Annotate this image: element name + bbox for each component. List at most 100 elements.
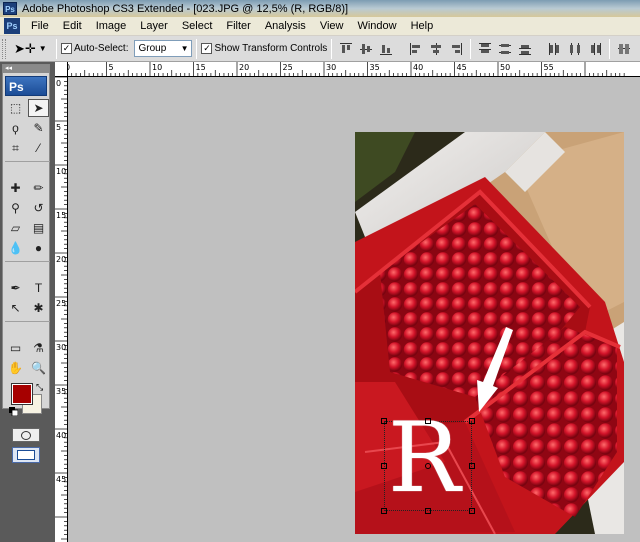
- show-transform-label: Show Transform Controls: [214, 43, 328, 54]
- distribute-left-edges-icon[interactable]: [547, 41, 563, 57]
- transform-handle-middle-left[interactable]: [381, 463, 387, 469]
- path-selection-tool-icon[interactable]: ↖: [5, 299, 26, 317]
- history-brush-tool-icon[interactable]: ↺: [28, 199, 49, 217]
- menu-filter[interactable]: Filter: [219, 17, 257, 36]
- dodge-tool-icon[interactable]: ●: [28, 239, 49, 257]
- menu-analysis[interactable]: Analysis: [258, 17, 313, 36]
- blur-tool-icon[interactable]: 💧: [5, 239, 26, 257]
- menu-select[interactable]: Select: [175, 17, 220, 36]
- align-right-edges-icon[interactable]: [448, 41, 464, 57]
- align-vertical-centers-icon[interactable]: [358, 41, 374, 57]
- auto-select-mode-dropdown[interactable]: Group ▼: [134, 40, 193, 57]
- auto-select-mode-value: Group: [138, 43, 167, 54]
- ruler-label: 30: [56, 343, 66, 352]
- distribute-right-edges-icon[interactable]: [587, 41, 603, 57]
- pen-tool-icon[interactable]: ✒: [5, 279, 26, 297]
- chevron-down-icon: ▼: [180, 44, 189, 53]
- transform-handle-bottom-left[interactable]: [381, 508, 387, 514]
- tools-panel-grip[interactable]: ◂◂: [3, 65, 49, 73]
- transform-handle-top-left[interactable]: [381, 418, 387, 424]
- quick-mask-button[interactable]: [12, 428, 40, 442]
- align-horizontal-centers-icon[interactable]: [428, 41, 444, 57]
- ruler-label: 5: [56, 123, 61, 132]
- quick-selection-tool-icon[interactable]: ✎: [28, 119, 49, 137]
- distribute-horizontal-centers-icon[interactable]: [567, 41, 583, 57]
- gradient-tool-icon[interactable]: ▤: [28, 219, 49, 237]
- separator: [331, 38, 333, 59]
- ruler-label: 15: [196, 63, 206, 72]
- custom-shape-tool-icon[interactable]: ✱: [28, 299, 49, 317]
- zoom-tool-icon[interactable]: 🔍: [28, 359, 49, 377]
- slice-tool-icon[interactable]: ⁄: [28, 139, 49, 157]
- move-tool-icon: ➤✛: [14, 40, 36, 56]
- auto-select-label: Auto-Select:: [74, 43, 129, 54]
- menu-help[interactable]: Help: [404, 17, 441, 36]
- photoshop-window: Ps Adobe Photoshop CS3 Extended - [023.J…: [0, 0, 640, 542]
- options-grip[interactable]: [2, 38, 6, 59]
- ruler-label: 35: [56, 387, 66, 396]
- brush-tool-icon[interactable]: ✏: [28, 179, 49, 197]
- transform-handle-middle-right[interactable]: [469, 463, 475, 469]
- ruler-label: 20: [56, 255, 66, 264]
- swap-colors-icon[interactable]: ⤡: [36, 382, 43, 393]
- menu-app-icon[interactable]: Ps: [4, 18, 20, 34]
- auto-select-checkbox[interactable]: ✓: [61, 43, 72, 54]
- screen-mode-button[interactable]: [12, 447, 40, 463]
- align-top-edges-icon[interactable]: [338, 41, 354, 57]
- foreground-color-swatch[interactable]: [11, 383, 33, 405]
- transform-handle-top-center[interactable]: [425, 418, 431, 424]
- hand-tool-icon[interactable]: ✋: [5, 359, 26, 377]
- transform-handle-bottom-center[interactable]: [425, 508, 431, 514]
- crop-tool-icon[interactable]: ⌗: [5, 139, 26, 157]
- app-logo-icon: Ps: [3, 2, 17, 15]
- ruler-label: 10: [56, 167, 66, 176]
- align-bottom-edges-icon[interactable]: [378, 41, 394, 57]
- transform-handle-center[interactable]: [425, 463, 431, 469]
- separator: [56, 38, 57, 59]
- notes-tool-icon[interactable]: ▭: [5, 339, 26, 357]
- ruler-label: 10: [152, 63, 162, 72]
- menu-view[interactable]: View: [313, 17, 351, 36]
- menu-window[interactable]: Window: [350, 17, 403, 36]
- vertical-ruler[interactable]: 0 5 10 15 20 25 30 35 40 45: [55, 62, 68, 542]
- show-transform-checkbox[interactable]: ✓: [201, 43, 213, 54]
- eraser-tool-icon[interactable]: ▱: [5, 219, 26, 237]
- marquee-tool-icon[interactable]: ⬚: [5, 99, 26, 117]
- ruler-label: 25: [283, 63, 293, 72]
- lasso-tool-icon[interactable]: ϙ: [5, 119, 26, 137]
- ruler-label: 45: [457, 63, 467, 72]
- ruler-origin[interactable]: [55, 62, 68, 77]
- distribute-vertical-centers-icon[interactable]: [497, 41, 513, 57]
- healing-brush-tool-icon[interactable]: ✚: [5, 179, 26, 197]
- tools-panel-logo[interactable]: Ps: [5, 76, 47, 96]
- menu-edit[interactable]: Edit: [56, 17, 89, 36]
- tool-grid: ⬚ ➤ ϙ ✎ ⌗ ⁄ ✚ ✏ ⚲ ↺ ▱ ▤ 💧 ● ✒ T ↖ ✱ ▭ ⚗ …: [3, 99, 50, 378]
- color-swatches: ⤡: [5, 382, 49, 424]
- menu-file[interactable]: File: [24, 17, 56, 36]
- horizontal-ruler[interactable]: 0510152025303540455055: [55, 62, 640, 77]
- eyedropper-tool-icon[interactable]: ⚗: [28, 339, 49, 357]
- default-colors-icon[interactable]: [9, 407, 19, 417]
- menu-layer[interactable]: Layer: [133, 17, 175, 36]
- clone-stamp-tool-icon[interactable]: ⚲: [5, 199, 26, 217]
- options-bar: ➤✛ ▼ ✓ Auto-Select: Group ▼ ✓ Show Trans…: [0, 36, 640, 62]
- distribute-top-edges-icon[interactable]: [477, 41, 493, 57]
- ruler-label: 0: [56, 79, 61, 88]
- screen-mode-icon: [17, 450, 35, 460]
- tool-divider: [5, 259, 50, 262]
- ruler-label: 45: [56, 475, 66, 484]
- menu-image[interactable]: Image: [89, 17, 134, 36]
- auto-align-layers-icon[interactable]: [616, 41, 632, 57]
- tool-preset-picker[interactable]: ➤✛ ▼: [14, 39, 52, 59]
- transform-handle-bottom-right[interactable]: [469, 508, 475, 514]
- ruler-label: 40: [413, 63, 423, 72]
- align-left-edges-icon[interactable]: [408, 41, 424, 57]
- tool-divider: [5, 159, 50, 162]
- distribute-bottom-edges-icon[interactable]: [517, 41, 533, 57]
- transform-handle-top-right[interactable]: [469, 418, 475, 424]
- ruler-label: 30: [326, 63, 336, 72]
- text-layer-content: R: [388, 402, 461, 514]
- tool-divider: [5, 319, 50, 322]
- type-tool-icon[interactable]: T: [28, 279, 49, 297]
- move-tool-icon[interactable]: ➤: [28, 99, 49, 117]
